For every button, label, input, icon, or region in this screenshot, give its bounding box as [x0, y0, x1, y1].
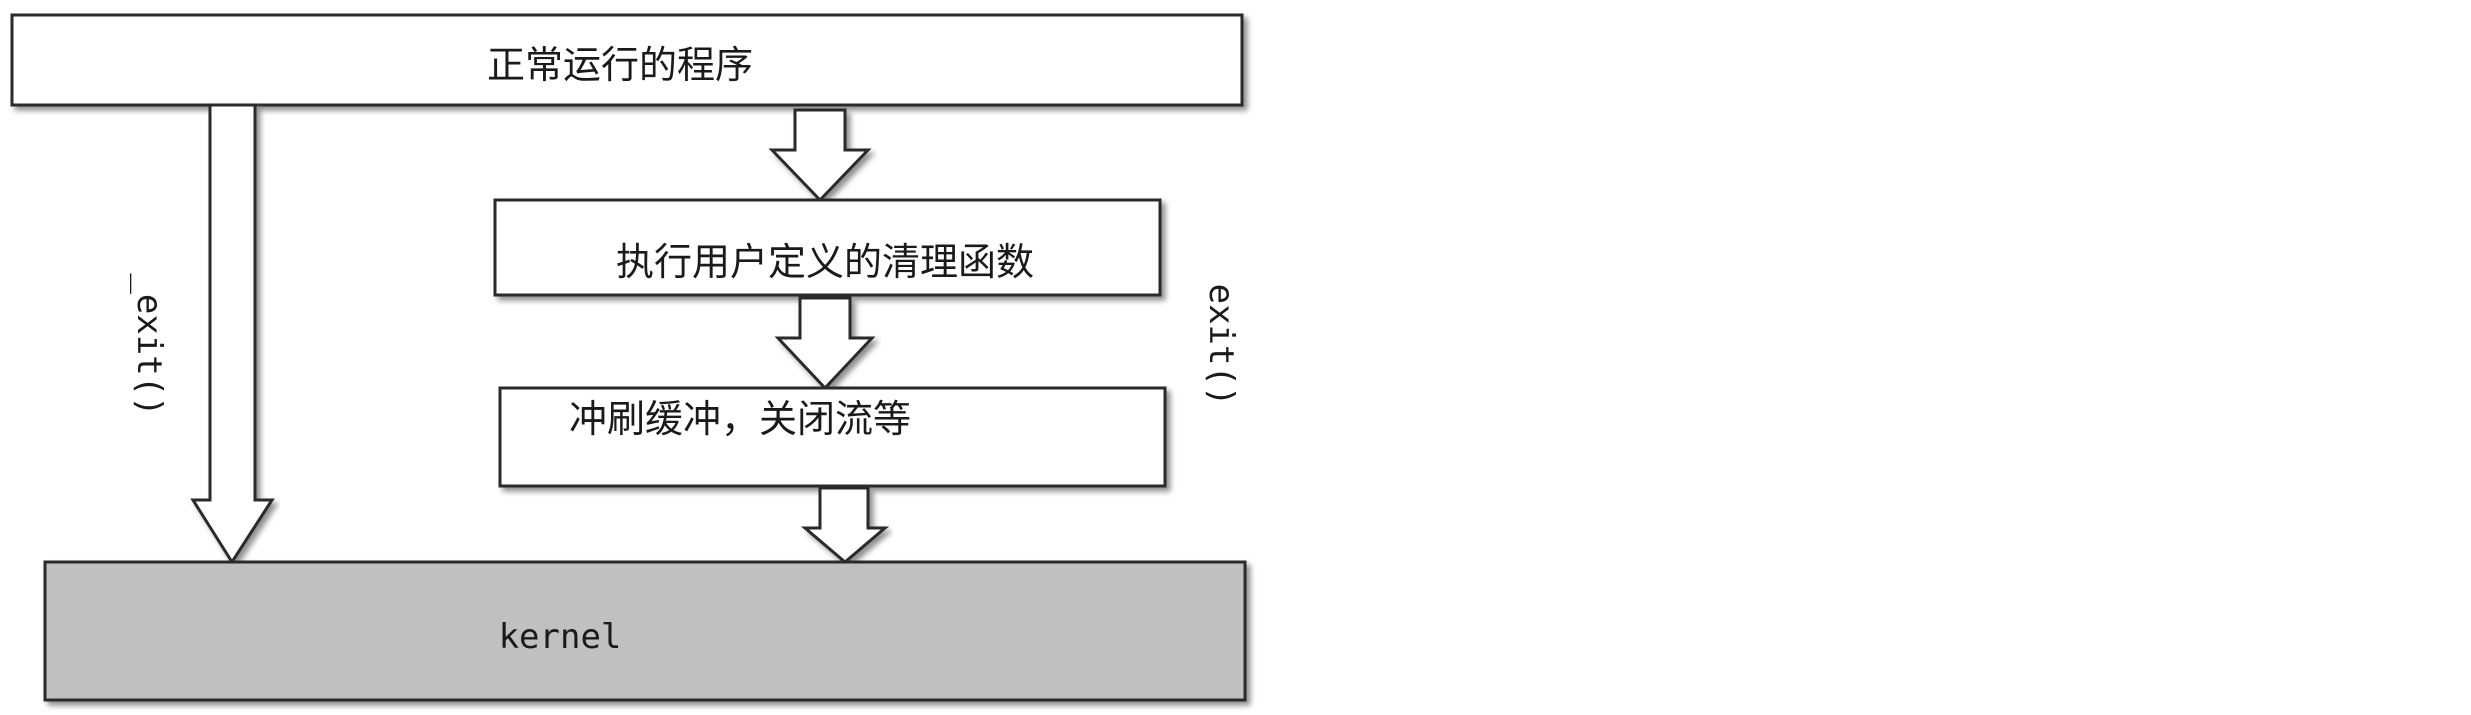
exit-label: exit() — [1201, 284, 1241, 407]
normal-program-label: 正常运行的程序 — [487, 43, 753, 87]
kernel-label: kernel — [499, 617, 622, 657]
kernel-node: kernel — [43, 560, 1247, 702]
user-cleanup-node: 执行用户定义的清理函数 — [493, 198, 1162, 297]
flush-close-node: 冲刷缓冲，关闭流等 — [498, 386, 1167, 488]
exit-underscore-label: _exit() — [129, 273, 169, 416]
flow-arrow-2 — [774, 296, 876, 391]
exit-underscore-arrow — [190, 103, 275, 565]
flush-close-label: 冲刷缓冲，关闭流等 — [569, 397, 911, 441]
user-cleanup-label: 执行用户定义的清理函数 — [616, 240, 1034, 284]
flow-arrow-3 — [800, 486, 890, 564]
exit-flow-diagram: 正常运行的程序 _exit() 执行用户定义的清理函数 冲刷缓冲，关闭流等 ex… — [10, 13, 1247, 702]
flow-arrow-1 — [768, 108, 872, 203]
normal-program-node: 正常运行的程序 — [10, 13, 1244, 107]
